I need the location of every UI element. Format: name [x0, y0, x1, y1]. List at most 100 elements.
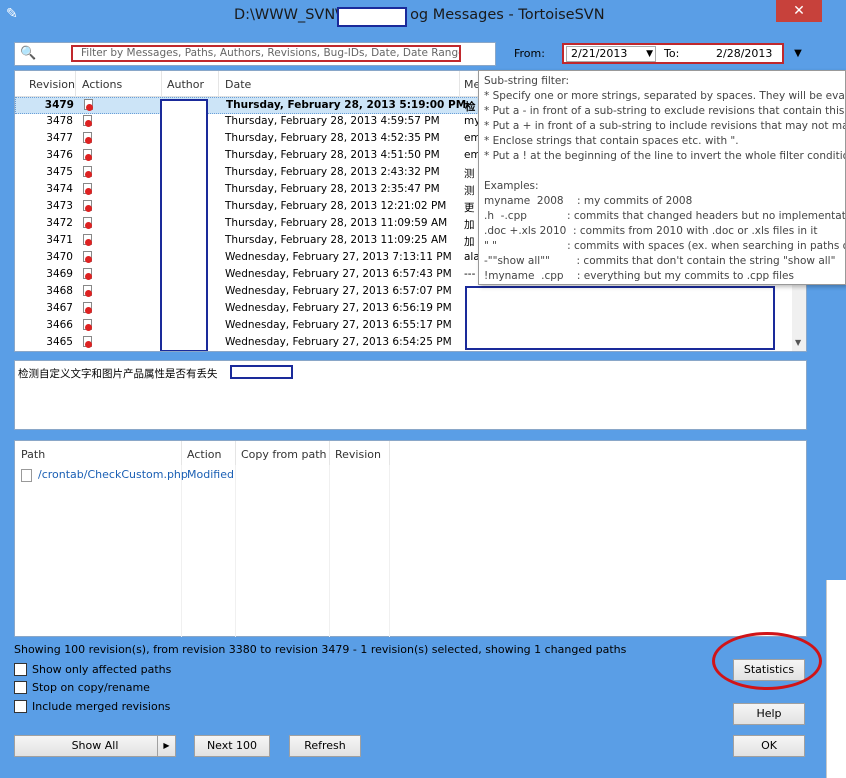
revision-cell: 3478	[46, 115, 73, 127]
tooltip-line: Sub-string filter:	[484, 75, 570, 87]
date-cell: Thursday, February 28, 2013 5:19:00 PM	[226, 99, 467, 111]
include-merged-checkbox[interactable]: Include merged revisions	[14, 699, 314, 715]
date-cell: Wednesday, February 27, 2013 7:13:11 PM	[225, 251, 452, 263]
log-message-text: 检测自定义文字和图片产品属性是否有丢失	[18, 368, 218, 380]
modified-action-icon	[83, 234, 93, 247]
refresh-button[interactable]: Refresh	[289, 735, 361, 757]
column-header-revision[interactable]: Revision	[29, 78, 75, 91]
tooltip-line: " " : commits with spaces (ex. when sear…	[484, 240, 846, 252]
tooltip-line: * Put a - in front of a sub-string to ex…	[484, 105, 845, 117]
revision-cell: 3479	[44, 99, 74, 111]
path-cell: /crontab/CheckCustom.php	[38, 468, 188, 481]
column-header-copy-from-path[interactable]: Copy from path	[241, 448, 327, 461]
filter-options-dropdown[interactable]: ▼	[789, 43, 807, 64]
column-header-actions[interactable]: Actions	[82, 78, 122, 91]
changed-paths-list[interactable]: Path Action Copy from path Revision /cro…	[14, 440, 807, 637]
modified-action-icon	[83, 183, 93, 196]
close-button[interactable]: ✕	[776, 0, 822, 22]
checkbox[interactable]	[14, 663, 27, 676]
revision-cell: 3469	[46, 268, 73, 280]
background-window-edge	[826, 580, 846, 778]
modified-action-icon	[83, 217, 93, 230]
revision-cell: 3467	[46, 302, 73, 314]
message-redaction-box	[465, 286, 775, 350]
chevron-down-icon[interactable]: ▼	[646, 47, 653, 61]
checkbox-label: Stop on copy/rename	[32, 681, 150, 694]
revision-cell: 3475	[46, 166, 73, 178]
date-cell: Wednesday, February 27, 2013 6:56:19 PM	[225, 302, 452, 314]
modified-action-icon	[83, 200, 93, 213]
date-cell: Thursday, February 28, 2013 11:09:25 AM	[225, 234, 448, 246]
log-message-panel[interactable]: 检测自定义文字和图片产品属性是否有丢失	[14, 360, 807, 430]
modified-action-icon	[83, 302, 93, 315]
date-cell: Thursday, February 28, 2013 4:52:35 PM	[225, 132, 440, 144]
date-cell: Wednesday, February 27, 2013 6:57:07 PM	[225, 285, 452, 297]
tooltip-line: !myname .cpp : everything but my commits…	[484, 270, 794, 282]
title-bar: ✎ D:\WWW_SVN\ og Messages - TortoiseSVN ✕	[0, 0, 846, 32]
tooltip-line: .h -.cpp : commits that changed headers …	[484, 210, 846, 222]
column-header-author[interactable]: Author	[167, 78, 204, 91]
chevron-right-icon[interactable]: ▶	[157, 736, 175, 756]
modified-action-icon	[83, 166, 93, 179]
stop-on-copy-checkbox[interactable]: Stop on copy/rename	[14, 680, 314, 696]
revision-cell: 3465	[46, 336, 73, 348]
modified-action-icon	[83, 149, 93, 162]
date-range-group: 2/21/2013 ▼ To: 2/28/2013	[562, 43, 784, 64]
checkbox-label: Include merged revisions	[32, 700, 171, 713]
modified-action-icon	[83, 319, 93, 332]
tooltip-line: * Put a ! at the beginning of the line t…	[484, 150, 846, 162]
ok-button[interactable]: OK	[733, 735, 805, 757]
to-date-picker[interactable]: 2/28/2013	[716, 47, 772, 60]
revision-cell: 3477	[46, 132, 73, 144]
modified-action-icon	[83, 285, 93, 298]
redaction-box	[337, 7, 407, 27]
show-all-label: Show All	[71, 739, 119, 752]
tooltip-line	[484, 164, 840, 179]
filter-placeholder: Filter by Messages, Paths, Authors, Revi…	[71, 45, 461, 62]
date-cell: Thursday, February 28, 2013 11:09:59 AM	[225, 217, 448, 229]
next-100-button[interactable]: Next 100	[194, 735, 270, 757]
help-button[interactable]: Help	[733, 703, 805, 725]
redaction-box	[230, 365, 293, 379]
date-cell: Thursday, February 28, 2013 2:43:32 PM	[225, 166, 440, 178]
column-header-date[interactable]: Date	[225, 78, 251, 91]
tooltip-line: * Put a + in front of a sub-string to in…	[484, 120, 846, 132]
tooltip-line: .doc +.xls 2010 : commits from 2010 with…	[484, 225, 818, 237]
filter-search-input[interactable]: 🔍 Filter by Messages, Paths, Authors, Re…	[14, 42, 496, 66]
filter-help-tooltip: Sub-string filter: * Specify one or more…	[478, 70, 846, 285]
tooltip-line: -""show all"" : commits that don't conta…	[484, 255, 836, 267]
date-cell: Thursday, February 28, 2013 2:35:47 PM	[225, 183, 440, 195]
checkbox[interactable]	[14, 681, 27, 694]
modified-action-icon	[84, 99, 94, 112]
revision-cell: 3474	[46, 183, 73, 195]
filter-bar: 🔍 Filter by Messages, Paths, Authors, Re…	[14, 42, 807, 68]
tooltip-line: * Enclose strings that contain spaces et…	[484, 135, 739, 147]
checkbox[interactable]	[14, 700, 27, 713]
revision-cell: 3468	[46, 285, 73, 297]
tooltip-line: Examples:	[484, 180, 539, 192]
date-cell: Wednesday, February 27, 2013 6:55:17 PM	[225, 319, 452, 331]
date-cell: Thursday, February 28, 2013 4:51:50 PM	[225, 149, 440, 161]
show-affected-checkbox[interactable]: Show only affected paths	[14, 662, 314, 678]
date-cell: Wednesday, February 27, 2013 6:54:25 PM	[225, 336, 452, 348]
search-icon[interactable]: 🔍	[20, 46, 36, 61]
tooltip-line: * Specify one or more strings, separated…	[484, 90, 846, 102]
column-header-revision[interactable]: Revision	[335, 448, 381, 461]
author-redaction-box	[160, 99, 208, 351]
column-header-path[interactable]: Path	[21, 448, 45, 461]
column-header-action[interactable]: Action	[187, 448, 221, 461]
revision-cell: 3472	[46, 217, 73, 229]
modified-action-icon	[83, 336, 93, 349]
tooltip-line: myname 2008 : my commits of 2008	[484, 195, 693, 207]
annotation-circle	[712, 632, 822, 690]
date-cell: Wednesday, February 27, 2013 6:57:43 PM	[225, 268, 452, 280]
from-date-picker[interactable]: 2/21/2013 ▼	[566, 46, 656, 62]
show-all-button[interactable]: Show All ▶	[14, 735, 176, 757]
window-title: D:\WWW_SVN\ og Messages - TortoiseSVN	[234, 7, 605, 23]
tortoisesvn-icon: ✎	[6, 6, 18, 22]
scroll-down-icon[interactable]: ▼	[795, 338, 801, 347]
checkbox-label: Show only affected paths	[32, 663, 172, 676]
date-cell: Thursday, February 28, 2013 4:59:57 PM	[225, 115, 440, 127]
modified-action-icon	[83, 251, 93, 264]
file-icon	[21, 469, 32, 482]
